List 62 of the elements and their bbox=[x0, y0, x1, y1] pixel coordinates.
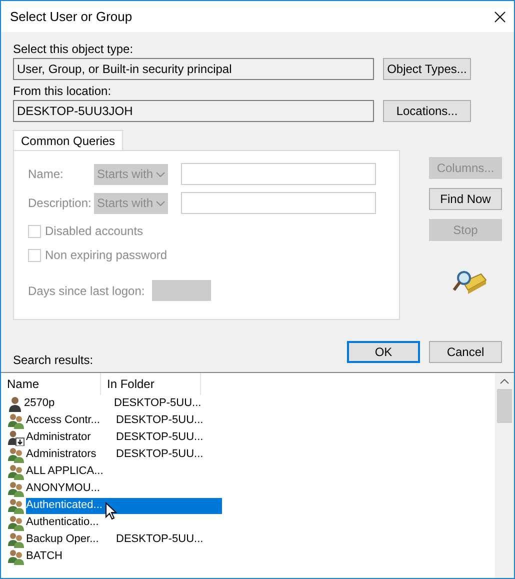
scrollbar-thumb[interactable] bbox=[497, 389, 512, 423]
group-icon bbox=[7, 514, 25, 530]
result-row[interactable]: Access Contr... DESKTOP-5UU... bbox=[26, 412, 222, 428]
name-cell-text: Access Contr... bbox=[26, 413, 101, 428]
close-icon[interactable] bbox=[494, 10, 506, 22]
result-row[interactable]: 2570p DESKTOP-5UU... bbox=[24, 396, 220, 412]
field-label: Name: bbox=[28, 166, 64, 183]
result-row[interactable]: Backup Oper... DESKTOP-5UU... bbox=[26, 532, 222, 548]
chevron-down-icon bbox=[156, 200, 165, 206]
mouse-cursor-icon bbox=[105, 502, 117, 520]
result-row[interactable]: Authenticated... bbox=[26, 498, 222, 514]
result-row[interactable]: Authenticatio... bbox=[26, 514, 222, 530]
name-cell-text: Authenticated... bbox=[26, 498, 104, 514]
name-cell-text: Authenticatio... bbox=[26, 515, 100, 530]
group-icon bbox=[7, 464, 25, 480]
scrollbar[interactable] bbox=[495, 373, 514, 578]
group-icon bbox=[7, 446, 25, 462]
dialog-button[interactable]: Cancel bbox=[429, 341, 502, 363]
window-title: Select User or Group bbox=[10, 8, 132, 26]
dialog-button[interactable]: OK bbox=[347, 341, 420, 363]
field-label: Description: bbox=[28, 195, 92, 212]
name-cell-text: BATCH bbox=[26, 549, 64, 564]
dialog-button[interactable]: Find Now bbox=[429, 188, 502, 210]
result-row[interactable]: Administrator DESKTOP-5UU... bbox=[26, 430, 222, 446]
column-header[interactable]: Name bbox=[1, 373, 101, 395]
folder-cell-text: DESKTOP-5UU... bbox=[116, 447, 204, 462]
tab[interactable]: Common Queries bbox=[13, 130, 124, 150]
folder-cell-text: DESKTOP-5UU... bbox=[114, 396, 202, 412]
checkbox-label: Disabled accounts bbox=[45, 223, 144, 240]
result-row[interactable]: ANONYMOU... bbox=[26, 480, 222, 496]
field-label: From this location: bbox=[13, 84, 112, 98]
name-cell-text: ANONYMOU... bbox=[26, 481, 101, 496]
result-row[interactable]: BATCH bbox=[26, 548, 222, 564]
result-row[interactable]: Administrators DESKTOP-5UU... bbox=[26, 446, 222, 462]
name-cell-text: Administrators bbox=[26, 447, 98, 462]
readonly-field: DESKTOP-5UU3JOH bbox=[13, 100, 374, 122]
checkbox-label: Non expiring password bbox=[45, 247, 168, 264]
field-label: Select this object type: bbox=[13, 42, 134, 56]
folder-cell-text: DESKTOP-5UU... bbox=[116, 430, 204, 446]
name-cell-text: Backup Oper... bbox=[26, 532, 100, 548]
field-label: Days since last logon: bbox=[28, 282, 146, 300]
scroll-up-icon[interactable] bbox=[500, 379, 509, 384]
name-cell-text: ALL APPLICA... bbox=[26, 464, 104, 480]
dialog-button[interactable]: Locations... bbox=[383, 100, 471, 122]
group-icon bbox=[7, 532, 25, 548]
results-label: Search results: bbox=[13, 353, 94, 367]
result-row[interactable]: ALL APPLICA... bbox=[26, 464, 222, 480]
admin-user-icon bbox=[7, 430, 25, 446]
name-cell-text: Administrator bbox=[26, 430, 92, 446]
column-header[interactable]: In Folder bbox=[101, 373, 201, 395]
dialog-button[interactable]: Object Types... bbox=[383, 58, 471, 80]
folder-cell-text: DESKTOP-5UU... bbox=[116, 413, 204, 428]
user-icon bbox=[7, 396, 23, 412]
readonly-field: User, Group, or Built-in security principal bbox=[13, 58, 374, 80]
folder-cell-text: DESKTOP-5UU... bbox=[116, 532, 204, 548]
name-cell-text: 2570p bbox=[24, 396, 56, 412]
search-icon bbox=[452, 268, 486, 296]
group-icon bbox=[7, 480, 25, 496]
chevron-down-icon bbox=[156, 172, 165, 176]
group-icon bbox=[7, 412, 25, 428]
group-icon bbox=[7, 548, 25, 564]
group-icon bbox=[7, 498, 25, 514]
